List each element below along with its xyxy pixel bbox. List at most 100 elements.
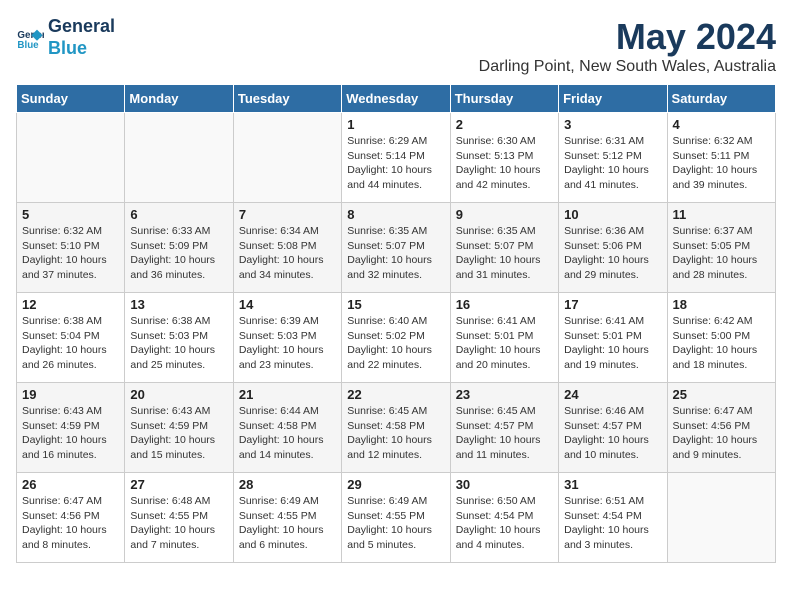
calendar-cell: 9 Sunrise: 6:35 AM Sunset: 5:07 PM Daylig… [450,203,558,293]
calendar-cell [233,113,341,203]
weekday-header-wednesday: Wednesday [342,85,450,113]
day-number: 22 [347,387,444,402]
day-number: 27 [130,477,227,492]
calendar-week-row: 19Sunrise: 6:43 AM Sunset: 4:59 PM Dayli… [17,383,776,473]
day-info: Sunrise: 6:30 AM Sunset: 5:13 PM Dayligh… [456,134,553,193]
day-number: 28 [239,477,336,492]
day-number: 13 [130,297,227,312]
day-number: 21 [239,387,336,402]
calendar-cell: 13 Sunrise: 6:38 AM Sunset: 5:03 PM Dayli… [125,293,233,383]
day-number: 5 [22,207,119,222]
location-subtitle: Darling Point, New South Wales, Australi… [479,58,776,76]
weekday-header-friday: Friday [559,85,667,113]
calendar-cell: 28Sunrise: 6:49 AM Sunset: 4:55 PM Dayli… [233,473,341,563]
day-number: 18 [673,297,770,312]
calendar-cell: 2Sunrise: 6:30 AM Sunset: 5:13 PM Daylig… [450,113,558,203]
day-number: 29 [347,477,444,492]
day-info: Sunrise: 6:43 AM Sunset: 4:59 PM Dayligh… [22,404,119,463]
calendar-table: SundayMondayTuesdayWednesdayThursdayFrid… [16,84,776,563]
day-number: 6 [130,207,227,222]
day-number: 25 [673,387,770,402]
day-info: Sunrise: 6:35 AM Sunset: 5:07 PM Dayligh… [347,224,444,283]
calendar-cell: 5 Sunrise: 6:32 AM Sunset: 5:10 PM Daylig… [17,203,125,293]
logo-text-general: General [48,16,115,38]
calendar-cell: 25 Sunrise: 6:47 AM Sunset: 4:56 PM Dayli… [667,383,775,473]
calendar-cell: 30 Sunrise: 6:50 AM Sunset: 4:54 PM Dayli… [450,473,558,563]
calendar-cell: 29 Sunrise: 6:49 AM Sunset: 4:55 PM Dayli… [342,473,450,563]
calendar-cell: 10 Sunrise: 6:36 AM Sunset: 5:06 PM Dayli… [559,203,667,293]
day-info: Sunrise: 6:31 AM Sunset: 5:12 PM Dayligh… [564,134,661,193]
day-info: Sunrise: 6:44 AM Sunset: 4:58 PM Dayligh… [239,404,336,463]
calendar-cell: 16Sunrise: 6:41 AM Sunset: 5:01 PM Dayli… [450,293,558,383]
calendar-cell: 31 Sunrise: 6:51 AM Sunset: 4:54 PM Dayli… [559,473,667,563]
day-number: 16 [456,297,553,312]
svg-text:Blue: Blue [17,39,39,50]
day-info: Sunrise: 6:51 AM Sunset: 4:54 PM Dayligh… [564,494,661,553]
day-info: Sunrise: 6:47 AM Sunset: 4:56 PM Dayligh… [22,494,119,553]
day-number: 17 [564,297,661,312]
day-info: Sunrise: 6:29 AM Sunset: 5:14 PM Dayligh… [347,134,444,193]
calendar-week-row: 1 Sunrise: 6:29 AM Sunset: 5:14 PM Daylig… [17,113,776,203]
calendar-cell: 19Sunrise: 6:43 AM Sunset: 4:59 PM Dayli… [17,383,125,473]
calendar-cell: 7Sunrise: 6:34 AM Sunset: 5:08 PM Daylig… [233,203,341,293]
calendar-cell: 3 Sunrise: 6:31 AM Sunset: 5:12 PM Daylig… [559,113,667,203]
page-header: General Blue General Blue May 2024 Darli… [16,16,776,76]
day-number: 20 [130,387,227,402]
day-number: 31 [564,477,661,492]
day-info: Sunrise: 6:50 AM Sunset: 4:54 PM Dayligh… [456,494,553,553]
calendar-cell: 6Sunrise: 6:33 AM Sunset: 5:09 PM Daylig… [125,203,233,293]
day-info: Sunrise: 6:36 AM Sunset: 5:06 PM Dayligh… [564,224,661,283]
day-info: Sunrise: 6:38 AM Sunset: 5:03 PM Dayligh… [130,314,227,373]
day-info: Sunrise: 6:46 AM Sunset: 4:57 PM Dayligh… [564,404,661,463]
day-number: 12 [22,297,119,312]
calendar-cell: 15Sunrise: 6:40 AM Sunset: 5:02 PM Dayli… [342,293,450,383]
calendar-week-row: 12 Sunrise: 6:38 AM Sunset: 5:04 PM Dayli… [17,293,776,383]
calendar-cell: 14 Sunrise: 6:39 AM Sunset: 5:03 PM Dayli… [233,293,341,383]
day-number: 24 [564,387,661,402]
day-number: 10 [564,207,661,222]
calendar-cell: 20 Sunrise: 6:43 AM Sunset: 4:59 PM Dayli… [125,383,233,473]
day-info: Sunrise: 6:41 AM Sunset: 5:01 PM Dayligh… [564,314,661,373]
day-info: Sunrise: 6:40 AM Sunset: 5:02 PM Dayligh… [347,314,444,373]
calendar-cell [667,473,775,563]
day-info: Sunrise: 6:34 AM Sunset: 5:08 PM Dayligh… [239,224,336,283]
calendar-cell: 11 Sunrise: 6:37 AM Sunset: 5:05 PM Dayli… [667,203,775,293]
day-info: Sunrise: 6:39 AM Sunset: 5:03 PM Dayligh… [239,314,336,373]
day-number: 11 [673,207,770,222]
calendar-cell: 17 Sunrise: 6:41 AM Sunset: 5:01 PM Dayli… [559,293,667,383]
day-number: 9 [456,207,553,222]
day-info: Sunrise: 6:47 AM Sunset: 4:56 PM Dayligh… [673,404,770,463]
day-info: Sunrise: 6:49 AM Sunset: 4:55 PM Dayligh… [347,494,444,553]
calendar-week-row: 5 Sunrise: 6:32 AM Sunset: 5:10 PM Daylig… [17,203,776,293]
calendar-cell: 26Sunrise: 6:47 AM Sunset: 4:56 PM Dayli… [17,473,125,563]
day-info: Sunrise: 6:42 AM Sunset: 5:00 PM Dayligh… [673,314,770,373]
day-number: 23 [456,387,553,402]
day-info: Sunrise: 6:38 AM Sunset: 5:04 PM Dayligh… [22,314,119,373]
calendar-cell [125,113,233,203]
calendar-cell: 8 Sunrise: 6:35 AM Sunset: 5:07 PM Daylig… [342,203,450,293]
calendar-cell: 12 Sunrise: 6:38 AM Sunset: 5:04 PM Dayli… [17,293,125,383]
weekday-header-monday: Monday [125,85,233,113]
weekday-header-saturday: Saturday [667,85,775,113]
calendar-cell: 23Sunrise: 6:45 AM Sunset: 4:57 PM Dayli… [450,383,558,473]
calendar-cell: 21 Sunrise: 6:44 AM Sunset: 4:58 PM Dayli… [233,383,341,473]
day-number: 8 [347,207,444,222]
day-number: 3 [564,117,661,132]
weekday-header-tuesday: Tuesday [233,85,341,113]
logo-icon: General Blue [16,24,44,52]
day-info: Sunrise: 6:43 AM Sunset: 4:59 PM Dayligh… [130,404,227,463]
calendar-cell: 24 Sunrise: 6:46 AM Sunset: 4:57 PM Dayli… [559,383,667,473]
calendar-cell: 22 Sunrise: 6:45 AM Sunset: 4:58 PM Dayli… [342,383,450,473]
day-number: 14 [239,297,336,312]
day-number: 4 [673,117,770,132]
calendar-body: 1 Sunrise: 6:29 AM Sunset: 5:14 PM Daylig… [17,113,776,563]
day-info: Sunrise: 6:35 AM Sunset: 5:07 PM Dayligh… [456,224,553,283]
calendar-cell: 4 Sunrise: 6:32 AM Sunset: 5:11 PM Daylig… [667,113,775,203]
day-info: Sunrise: 6:32 AM Sunset: 5:10 PM Dayligh… [22,224,119,283]
day-info: Sunrise: 6:37 AM Sunset: 5:05 PM Dayligh… [673,224,770,283]
day-number: 1 [347,117,444,132]
day-number: 30 [456,477,553,492]
day-info: Sunrise: 6:32 AM Sunset: 5:11 PM Dayligh… [673,134,770,193]
calendar-cell: 18 Sunrise: 6:42 AM Sunset: 5:00 PM Dayli… [667,293,775,383]
day-info: Sunrise: 6:45 AM Sunset: 4:58 PM Dayligh… [347,404,444,463]
